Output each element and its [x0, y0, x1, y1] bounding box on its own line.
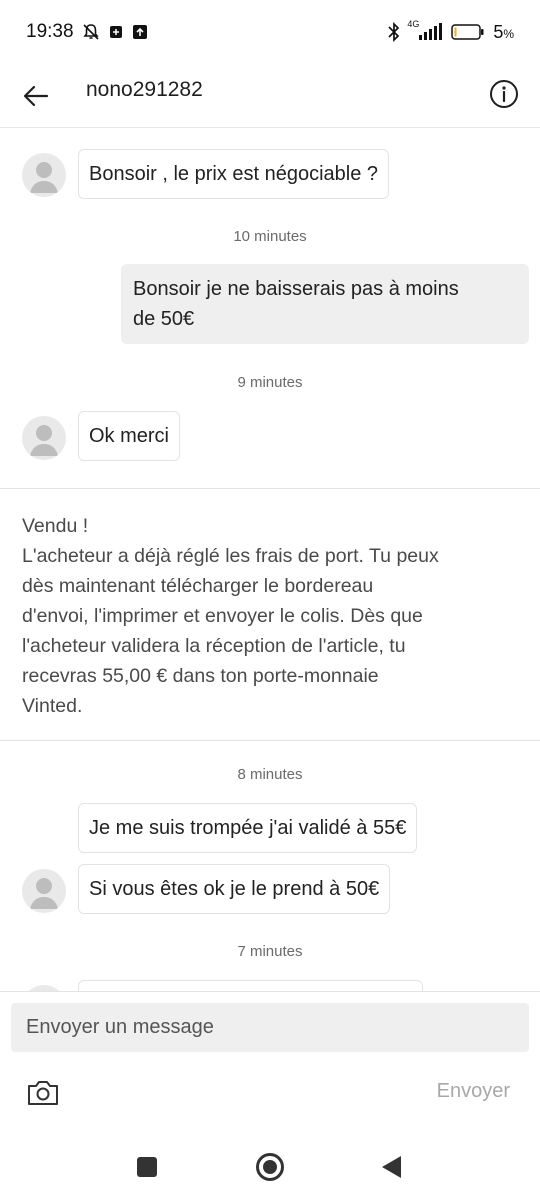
message-timestamp: 9 minutes [237, 374, 303, 391]
conversation-header: nono291282 [0, 64, 540, 128]
avatar[interactable] [22, 869, 66, 913]
app-notification-icon [108, 24, 124, 40]
avatar[interactable] [22, 416, 66, 460]
camera-button[interactable] [24, 1076, 62, 1110]
message-input[interactable]: Envoyer un message [11, 1003, 529, 1052]
outgoing-message[interactable]: Bonsoir je ne baisserais pas à moins de … [121, 264, 529, 344]
outgoing-message-line: de 50€ [133, 308, 195, 330]
camera-icon [28, 1081, 58, 1105]
system-message-line: L'acheteur a déjà réglé les frais de por… [22, 545, 439, 567]
arrow-left-icon [23, 85, 49, 107]
system-message-line: recevras 55,00 € dans ton porte-monnaie [22, 665, 379, 687]
incoming-message[interactable] [78, 980, 423, 991]
user-avatar-icon [30, 425, 58, 456]
status-time: 19:38 [26, 21, 74, 42]
system-message-line: dès maintenant télécharger le bordereau [22, 575, 374, 597]
avatar[interactable] [22, 153, 66, 197]
home-icon[interactable] [256, 1153, 284, 1181]
page-title: nono291282 [86, 78, 203, 101]
info-button[interactable] [484, 74, 524, 114]
status-bar: 19:38 4G 5% [0, 0, 540, 64]
message-thread[interactable]: Bonsoir , le prix est négociable ? 10 mi… [0, 129, 540, 991]
system-message-title: Vendu ! [22, 515, 89, 537]
user-avatar-icon [30, 878, 58, 909]
divider [0, 740, 540, 741]
recent-apps-icon[interactable] [137, 1157, 157, 1177]
network-type: 4G [407, 19, 420, 29]
message-timestamp: 8 minutes [237, 766, 303, 783]
message-timestamp: 7 minutes [237, 943, 303, 960]
incoming-message[interactable]: Si vous êtes ok je le prend à 50€ [78, 864, 391, 914]
incoming-message[interactable]: Je me suis trompée j'ai validé à 55€ [78, 803, 418, 853]
system-message-line: l'acheteur validera la réception de l'ar… [22, 635, 406, 657]
system-navigation-bar [0, 1135, 540, 1200]
send-button[interactable]: Envoyer [437, 1080, 510, 1103]
message-timestamp: 10 minutes [233, 228, 307, 245]
system-message-line: Vinted. [22, 695, 83, 717]
info-icon [490, 80, 518, 108]
signal-icon: 4G [407, 19, 443, 41]
back-icon[interactable] [382, 1156, 401, 1178]
divider [0, 488, 540, 489]
incoming-message[interactable]: Bonsoir , le prix est négociable ? [78, 149, 390, 199]
outgoing-message-line: Bonsoir je ne baisserais pas à moins [133, 278, 459, 300]
notifications-off-icon [82, 23, 100, 41]
incoming-message[interactable]: Ok merci [78, 411, 180, 461]
divider [0, 991, 540, 992]
user-avatar-icon [30, 162, 58, 193]
bluetooth-icon [387, 22, 401, 42]
system-message-line: d'envoi, l'imprimer et envoyer le colis.… [22, 605, 423, 627]
system-message: Vendu ! L'acheteur a déjà réglé les frai… [22, 511, 492, 721]
back-button[interactable] [16, 76, 56, 116]
battery-level: 5% [493, 21, 514, 42]
battery-icon [451, 23, 485, 41]
upload-notification-icon [132, 24, 148, 40]
